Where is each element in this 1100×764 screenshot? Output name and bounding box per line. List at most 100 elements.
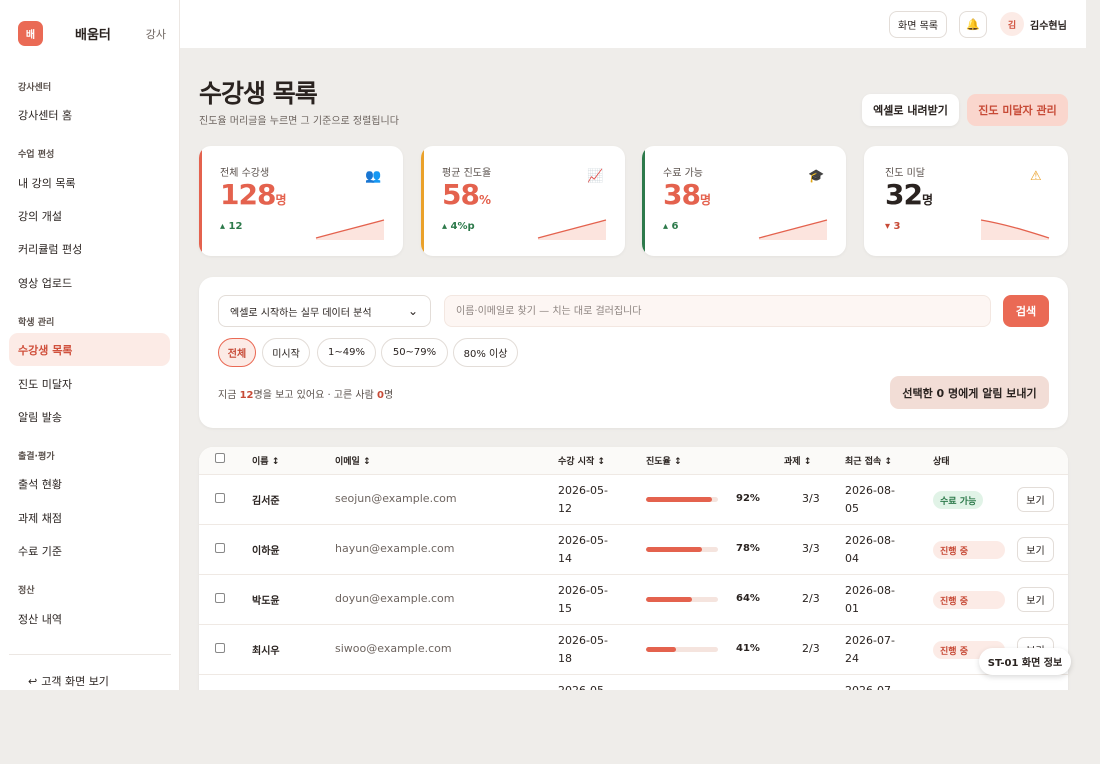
notification-bell-button[interactable]: 🔔 bbox=[959, 11, 987, 38]
header-start[interactable]: 수강 시작 ↕ bbox=[558, 454, 605, 467]
course-select[interactable]: 엑셀로 시작하는 실무 데이터 분석 ⌄ bbox=[218, 295, 431, 327]
status-badge: 수료 가능 bbox=[933, 491, 984, 509]
table-row[interactable]: 박도윤 doyun@example.com 2026-05- 15 64% 2/3 2026… bbox=[199, 575, 1068, 625]
last-access-date: 2026-07- 24 bbox=[845, 634, 895, 665]
search-input[interactable] bbox=[444, 295, 991, 327]
sidebar-item-attendance[interactable]: 출석 현황 bbox=[9, 467, 170, 500]
card-accent bbox=[421, 146, 424, 256]
status-badge: 진행 중 bbox=[933, 591, 1005, 609]
stat-card-avg-progress: 평균 진도율 58% 📈 ▴ 4%p bbox=[421, 146, 625, 256]
chart-icon: 📈 bbox=[587, 169, 604, 184]
sparkline-up bbox=[315, 219, 385, 240]
brand-name: 배움터 bbox=[75, 28, 111, 43]
progress-bar bbox=[646, 647, 718, 652]
filter-chip-50-79[interactable]: 50~79% bbox=[381, 338, 448, 367]
table-row[interactable]: 최시우 siwoo@example.com 2026-05- 18 41% 2/3 2026… bbox=[199, 625, 1068, 675]
users-icon: 👥 bbox=[365, 169, 382, 184]
stat-label: 전체 수강생 bbox=[220, 168, 270, 179]
table-row[interactable]: 김서준 seojun@example.com 2026-05- 12 92% 3/3 202… bbox=[199, 475, 1068, 525]
sidebar: 배 배움터 강사 강사센터 강사센터 홈 수업 편성 내 강의 목록 강의 개설… bbox=[0, 0, 180, 690]
graduation-cap-icon: 🎓 bbox=[808, 169, 825, 184]
warning-icon: ⚠ bbox=[1030, 169, 1042, 184]
sidebar-divider bbox=[9, 654, 171, 655]
screen-list-button[interactable]: 화면 목록 bbox=[889, 11, 947, 38]
row-checkbox[interactable] bbox=[215, 643, 225, 653]
stat-value: 38명 bbox=[663, 178, 712, 211]
stat-delta: ▴ 4%p bbox=[442, 221, 475, 232]
section-course: 수업 편성 bbox=[18, 150, 55, 160]
card-accent bbox=[199, 146, 202, 256]
stat-delta: ▴ 6 bbox=[663, 221, 679, 232]
send-notification-button[interactable]: 선택한 0 명에게 알림 보내기 bbox=[890, 376, 1049, 409]
view-button[interactable]: 보기 bbox=[1017, 537, 1054, 562]
view-button[interactable]: 보기 bbox=[1017, 487, 1054, 512]
row-checkbox[interactable] bbox=[215, 543, 225, 553]
sidebar-item-grading[interactable]: 과제 채점 bbox=[9, 501, 170, 534]
row-checkbox[interactable] bbox=[215, 493, 225, 503]
sidebar-item-settlement[interactable]: 정산 내역 bbox=[9, 602, 170, 635]
filter-chip-not-started[interactable]: 미시작 bbox=[262, 338, 310, 367]
row-checkbox[interactable] bbox=[215, 593, 225, 603]
sidebar-item-curriculum[interactable]: 커리큘럼 편성 bbox=[9, 232, 170, 265]
progress-percent: 92% bbox=[736, 493, 760, 504]
sidebar-item-notify[interactable]: 알림 발송 bbox=[9, 400, 170, 433]
header-assignment[interactable]: 과제 ↕ bbox=[784, 454, 811, 467]
filter-chip-80-plus[interactable]: 80% 이상 bbox=[453, 338, 518, 367]
last-access-date: 2026-08- 01 bbox=[845, 584, 895, 615]
select-all-checkbox[interactable] bbox=[215, 453, 225, 463]
search-button[interactable]: 검색 bbox=[1003, 295, 1049, 327]
sidebar-item-my-courses[interactable]: 내 강의 목록 bbox=[9, 166, 170, 199]
result-count: 지금 12명을 보고 있어요 · 고른 사람 0명 bbox=[218, 390, 394, 401]
role-label: 강사 bbox=[145, 27, 166, 41]
chevron-down-icon: ⌄ bbox=[407, 304, 418, 318]
screen-info-tooltip[interactable]: ST-01 화면 정보 bbox=[979, 648, 1071, 675]
status-badge: 진행 중 bbox=[933, 541, 1005, 559]
student-email: doyun@example.com bbox=[335, 592, 455, 605]
student-name: 최시우 bbox=[252, 646, 280, 657]
table-row[interactable]: 이하윤 hayun@example.com 2026-05- 14 78% 3/3 2026… bbox=[199, 525, 1068, 575]
stat-label: 진도 미달 bbox=[885, 168, 925, 179]
page-subtitle: 진도율 머리글을 누르면 그 기준으로 정렬됩니다 bbox=[199, 116, 399, 127]
course-select-value: 엑셀로 시작하는 실무 데이터 분석 bbox=[230, 307, 372, 319]
header-last-access[interactable]: 최근 접속 ↕ bbox=[845, 454, 892, 467]
filter-chip-1-49[interactable]: 1~49% bbox=[317, 338, 376, 367]
section-student: 학생 관리 bbox=[18, 318, 55, 328]
sidebar-item-lagging[interactable]: 진도 미달자 bbox=[9, 367, 170, 400]
header-email[interactable]: 이메일 ↕ bbox=[335, 454, 371, 467]
section-settlement: 정산 bbox=[18, 586, 35, 596]
header-status: 상태 bbox=[933, 457, 950, 467]
section-attendance: 출결·평가 bbox=[18, 452, 55, 462]
brand[interactable]: 배 배움터 강사 bbox=[18, 21, 166, 46]
page-title: 수강생 목록 bbox=[199, 79, 318, 108]
stat-value: 58% bbox=[442, 178, 491, 211]
card-accent bbox=[642, 146, 645, 256]
stat-delta: ▾ 3 bbox=[885, 221, 901, 232]
sidebar-item-center-home[interactable]: 강사센터 홈 bbox=[9, 98, 170, 131]
progress-fill bbox=[646, 497, 713, 502]
progress-percent: 64% bbox=[736, 593, 760, 604]
user-name[interactable]: 김수현님 bbox=[1030, 17, 1067, 32]
header-progress[interactable]: 진도율 ↕ bbox=[646, 454, 682, 467]
sidebar-item-completion[interactable]: 수료 기준 bbox=[9, 534, 170, 567]
table-row[interactable]: 2026-05- 2026-07- bbox=[199, 675, 1068, 690]
stat-card-lagging: 진도 미달 32명 ⚠ ▾ 3 bbox=[864, 146, 1068, 256]
header-name[interactable]: 이름 ↕ bbox=[252, 454, 279, 467]
last-access-date: 2026-08- 04 bbox=[845, 534, 895, 565]
sidebar-item-open-course[interactable]: 강의 개설 bbox=[9, 199, 170, 232]
sidebar-item-students[interactable]: 수강생 목록 bbox=[9, 333, 170, 366]
filter-chip-all[interactable]: 전체 bbox=[218, 338, 256, 367]
progress-bar bbox=[646, 597, 718, 602]
assignment-count: 2/3 bbox=[802, 642, 820, 655]
start-date: 2026-05- bbox=[558, 682, 618, 690]
logo-icon: 배 bbox=[18, 21, 43, 46]
lagging-manage-button[interactable]: 진도 미달자 관리 bbox=[967, 94, 1068, 126]
avatar[interactable]: 김 bbox=[1000, 12, 1024, 36]
stat-label: 수료 가능 bbox=[663, 168, 703, 179]
view-button[interactable]: 보기 bbox=[1017, 587, 1054, 612]
excel-download-button[interactable]: 엑셀로 내려받기 bbox=[862, 94, 959, 126]
sidebar-item-video-upload[interactable]: 영상 업로드 bbox=[9, 266, 170, 299]
stat-value: 32명 bbox=[885, 178, 934, 211]
assignment-count: 2/3 bbox=[802, 592, 820, 605]
assignment-count: 3/3 bbox=[802, 492, 820, 505]
customer-view-link[interactable]: ↩ 고객 화면 보기 bbox=[28, 673, 109, 689]
